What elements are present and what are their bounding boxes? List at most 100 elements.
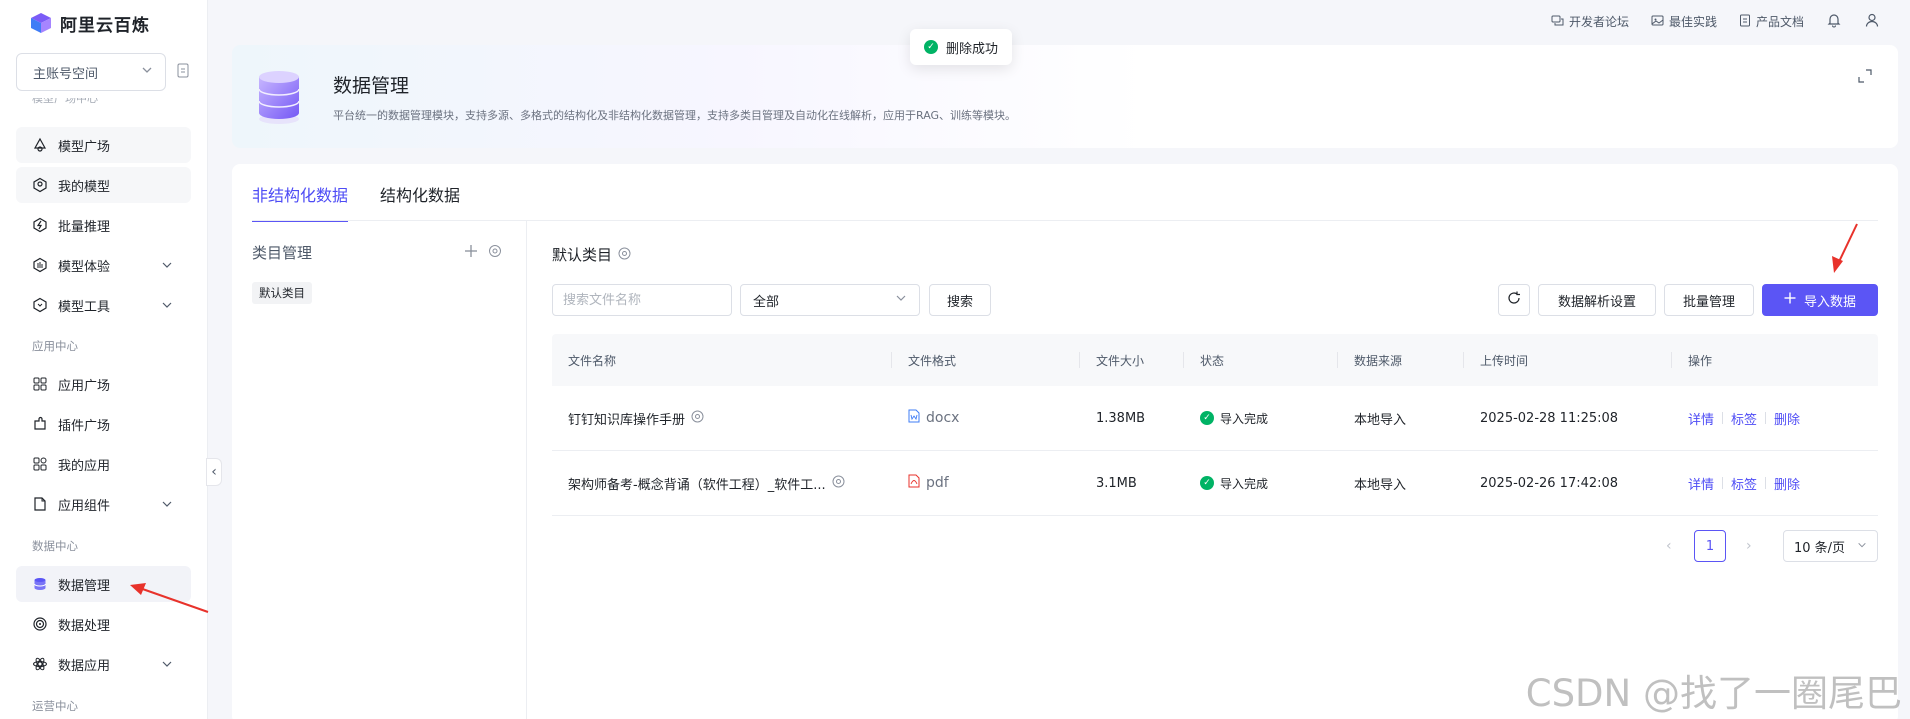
model-square-icon — [32, 137, 48, 153]
info-settings-icon[interactable] — [618, 246, 631, 264]
parse-settings-button[interactable]: 数据解析设置 — [1538, 284, 1656, 316]
sidebar-item-plugin-square[interactable]: 插件广场 — [16, 406, 191, 442]
tab-unstructured-data[interactable]: 非结构化数据 — [252, 182, 349, 222]
brand-logo[interactable]: 阿里云百炼 — [30, 10, 150, 36]
sidebar-item-batch-inference[interactable]: 批量推理 — [16, 207, 191, 243]
status-filter-select[interactable]: 全部 — [740, 284, 920, 316]
data-table: 文件名称 文件格式 文件大小 状态 数据来源 上传时间 操作 钉钉知识库操作手册… — [552, 334, 1878, 516]
chevron-down-icon — [1857, 539, 1867, 554]
settings-icon[interactable] — [488, 244, 502, 262]
user-icon[interactable] — [1864, 12, 1880, 31]
tabs-divider — [252, 220, 1878, 221]
row-actions: 详情 标签 删除 — [1672, 474, 1878, 493]
sidebar-item-label: 模型工具 — [58, 299, 111, 315]
page-size-value: 10 条/页 — [1794, 540, 1846, 556]
word-file-icon — [908, 409, 920, 427]
category-item-default[interactable]: 默认类目 — [252, 282, 312, 304]
workspace-select[interactable]: 主账号空间 — [16, 53, 166, 91]
nav-section-app-center: 应用中心 — [32, 339, 78, 353]
fullscreen-icon[interactable] — [1858, 69, 1872, 83]
developer-forum-label: 开发者论坛 — [1568, 15, 1629, 29]
forum-icon — [1551, 14, 1564, 30]
product-docs-link[interactable]: 产品文档 — [1739, 13, 1804, 30]
sidebar-item-app-component[interactable]: 应用组件 — [16, 486, 191, 522]
page-number-current[interactable]: 1 — [1694, 530, 1726, 562]
tab-structured-data[interactable]: 结构化数据 — [380, 182, 460, 222]
sidebar-item-label: 数据应用 — [58, 658, 111, 674]
sidebar-item-label: 数据处理 — [58, 618, 111, 634]
column-header: 文件名称 — [552, 334, 892, 386]
search-input[interactable] — [552, 284, 732, 316]
file-name: 钉钉知识库操作手册 — [568, 412, 686, 428]
divider — [1722, 477, 1724, 489]
prev-page-icon[interactable]: ‹ — [1666, 538, 1672, 554]
detail-link[interactable]: 详情 — [1688, 474, 1714, 493]
import-data-label: 导入数据 — [1803, 294, 1856, 310]
search-button[interactable]: 搜索 — [929, 284, 991, 316]
document-icon[interactable] — [176, 63, 190, 79]
file-format-cell: docx — [892, 409, 1080, 427]
settings-icon[interactable] — [691, 410, 704, 427]
nav-section-model-center: 模型广场中心 — [32, 98, 98, 105]
pdf-file-icon — [908, 474, 920, 492]
tag-link[interactable]: 标签 — [1731, 409, 1757, 428]
file-name: 架构师备考-概念背诵（软件工程）_软件工... — [568, 477, 826, 493]
sidebar-item-model-tools[interactable]: 模型工具 — [16, 287, 191, 323]
plus-icon[interactable] — [464, 244, 478, 262]
detail-link[interactable]: 详情 — [1688, 409, 1714, 428]
sidebar-item-data-application[interactable]: 数据应用 — [16, 646, 191, 682]
file-format: docx — [926, 410, 960, 426]
database-icon — [32, 576, 48, 592]
sidebar-item-data-management[interactable]: 数据管理 — [16, 566, 191, 602]
plus-icon — [1784, 292, 1796, 308]
bailian-logo-icon — [30, 12, 52, 34]
batch-inference-icon — [32, 217, 48, 233]
category-panel-divider — [526, 221, 527, 719]
sidebar-item-label: 应用组件 — [58, 498, 111, 514]
column-header: 数据来源 — [1338, 334, 1464, 386]
sidebar-item-my-app[interactable]: 我的应用 — [16, 446, 191, 482]
delete-link[interactable]: 删除 — [1774, 409, 1800, 428]
sidebar-collapse-button[interactable]: ‹ — [206, 458, 222, 486]
sidebar-item-model-square[interactable]: 模型广场 — [16, 127, 191, 163]
best-practice-link[interactable]: 最佳实践 — [1651, 13, 1717, 30]
page-title: 数据管理 — [333, 75, 410, 97]
file-format-cell: pdf — [892, 474, 1080, 492]
next-page-icon[interactable]: › — [1746, 538, 1752, 554]
sidebar-item-app-square[interactable]: 应用广场 — [16, 366, 191, 402]
watermark-text: CSDN @找了一圈尾巴 — [1525, 672, 1902, 715]
sidebar-item-data-processing[interactable]: 数据处理 — [16, 606, 191, 642]
nav-section-data-center: 数据中心 — [32, 539, 78, 553]
upload-time: 2025-02-28 11:25:08 — [1480, 410, 1619, 426]
column-header: 上传时间 — [1464, 334, 1672, 386]
image-icon — [1651, 14, 1664, 30]
sidebar-item-my-model[interactable]: 我的模型 — [16, 167, 191, 203]
divider — [1765, 412, 1767, 424]
tag-link[interactable]: 标签 — [1731, 474, 1757, 493]
settings-icon[interactable] — [832, 475, 845, 492]
refresh-icon — [1507, 291, 1521, 309]
chevron-left-icon: ‹ — [211, 464, 217, 480]
database-illustration-icon — [257, 67, 301, 127]
page-header: 数据管理 平台统一的数据管理模块，支持多源、多格式的结构化及非结构化数据管理，支… — [232, 45, 1898, 148]
developer-forum-link[interactable]: 开发者论坛 — [1551, 13, 1629, 30]
chevron-down-icon — [161, 498, 173, 514]
check-circle-icon: ✓ — [1200, 411, 1214, 425]
file-format: pdf — [926, 475, 949, 491]
sidebar-item-label: 我的应用 — [58, 458, 111, 474]
refresh-button[interactable] — [1498, 284, 1530, 316]
status-cell: ✓ 导入完成 — [1184, 475, 1338, 492]
my-app-icon — [32, 456, 48, 472]
sidebar-item-label: 模型体验 — [58, 259, 111, 275]
delete-link[interactable]: 删除 — [1774, 474, 1800, 493]
status-text: 导入完成 — [1220, 411, 1269, 426]
import-data-button[interactable]: 导入数据 — [1762, 284, 1878, 316]
data-application-icon — [32, 656, 48, 672]
batch-manage-button[interactable]: 批量管理 — [1664, 284, 1754, 316]
page-size-select[interactable]: 10 条/页 — [1783, 530, 1878, 562]
app-square-icon — [32, 376, 48, 392]
sidebar-item-model-experience[interactable]: 模型体验 — [16, 247, 191, 283]
brand-name: 阿里云百炼 — [60, 15, 150, 36]
bell-icon[interactable] — [1826, 12, 1842, 31]
document-icon — [1739, 14, 1751, 30]
